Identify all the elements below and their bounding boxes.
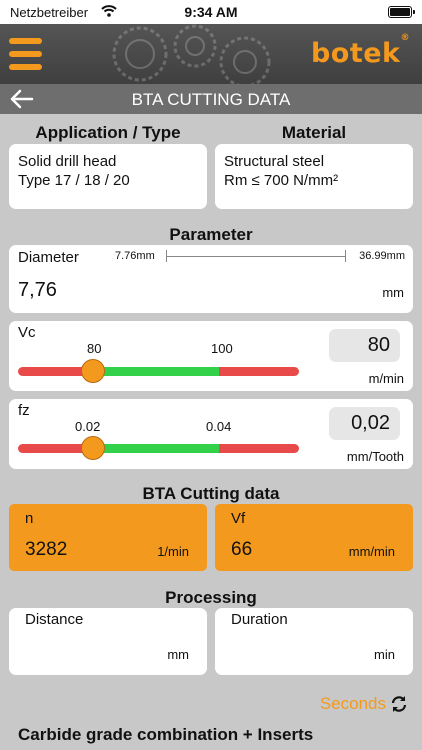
fz-tick-1: 0.02 — [75, 419, 101, 434]
material-line1: Structural steel — [224, 153, 325, 170]
distance-unit: mm — [167, 647, 189, 662]
diameter-min: 7.76mm — [115, 250, 155, 262]
n-card: n 3282 1/min — [9, 504, 207, 571]
vf-value: 66 — [231, 539, 253, 560]
vc-tick-2: 100 — [211, 341, 233, 356]
app-header: botek® — [0, 24, 422, 84]
vc-value-field[interactable]: 80 — [329, 329, 400, 362]
application-line2: Type 17 / 18 / 20 — [18, 172, 130, 189]
material-card[interactable]: Structural steel Rm ≤ 700 N/mm² — [215, 144, 413, 209]
material-line2: Rm ≤ 700 N/mm² — [224, 172, 339, 189]
vc-unit: m/min — [368, 371, 404, 386]
fz-card: fz 0.02 0.04 0,02 mm/Tooth — [9, 399, 413, 469]
status-time: 9:34 AM — [184, 4, 238, 20]
gears-icon — [112, 24, 271, 84]
duration-card[interactable]: Duration min — [215, 608, 413, 675]
diameter-label: Diameter — [18, 249, 79, 266]
vc-card: Vc 80 100 80 m/min — [9, 321, 413, 391]
botek-logo: botek® — [310, 33, 410, 69]
title-bar: BTA CUTTING DATA — [0, 84, 422, 114]
carbide-inserts-heading: Carbide grade combination + Inserts — [18, 725, 314, 744]
battery-icon — [388, 6, 415, 18]
diameter-max: 36.99mm — [359, 250, 405, 262]
duration-label: Duration — [231, 611, 288, 628]
fz-label: fz — [18, 402, 30, 419]
application-line1: Solid drill head — [18, 153, 117, 170]
fz-unit: mm/Tooth — [346, 449, 404, 464]
n-unit: 1/min — [157, 544, 189, 559]
vf-card: Vf 66 mm/min — [215, 504, 413, 571]
diameter-input[interactable]: 7,76 — [18, 279, 57, 302]
application-heading: Application / Type — [35, 123, 181, 142]
diameter-unit: mm — [382, 285, 404, 300]
vf-unit: mm/min — [348, 544, 395, 559]
distance-card[interactable]: Distance mm — [9, 608, 207, 675]
status-bar: Netzbetreiber 9:34 AM — [0, 0, 422, 24]
fz-value-field[interactable]: 0,02 — [329, 407, 400, 440]
parameter-heading: Parameter — [169, 225, 253, 244]
vc-tick-1: 80 — [87, 341, 102, 356]
processing-heading: Processing — [165, 588, 257, 607]
menu-icon[interactable] — [9, 38, 42, 71]
fz-slider[interactable] — [18, 444, 299, 453]
vc-slider[interactable] — [18, 367, 299, 376]
application-card[interactable]: Solid drill head Type 17 / 18 / 20 — [9, 144, 207, 209]
diameter-range-line — [166, 250, 346, 262]
fz-tick-2: 0.04 — [206, 419, 232, 434]
vc-label: Vc — [18, 324, 36, 341]
distance-label: Distance — [25, 611, 84, 628]
diameter-card: Diameter 7.76mm 36.99mm 7,76 mm — [9, 245, 413, 313]
fz-slider-thumb[interactable] — [81, 436, 105, 460]
n-value: 3282 — [25, 539, 68, 560]
seconds-toggle[interactable]: Seconds — [320, 694, 386, 714]
page-title: BTA CUTTING DATA — [131, 90, 291, 109]
n-label: n — [25, 510, 34, 527]
cutting-heading: BTA Cutting data — [142, 484, 280, 503]
refresh-icon[interactable] — [390, 695, 408, 713]
material-heading: Material — [281, 123, 347, 142]
vf-label: Vf — [231, 510, 246, 527]
duration-unit: min — [374, 647, 395, 662]
vc-slider-thumb[interactable] — [81, 359, 105, 383]
